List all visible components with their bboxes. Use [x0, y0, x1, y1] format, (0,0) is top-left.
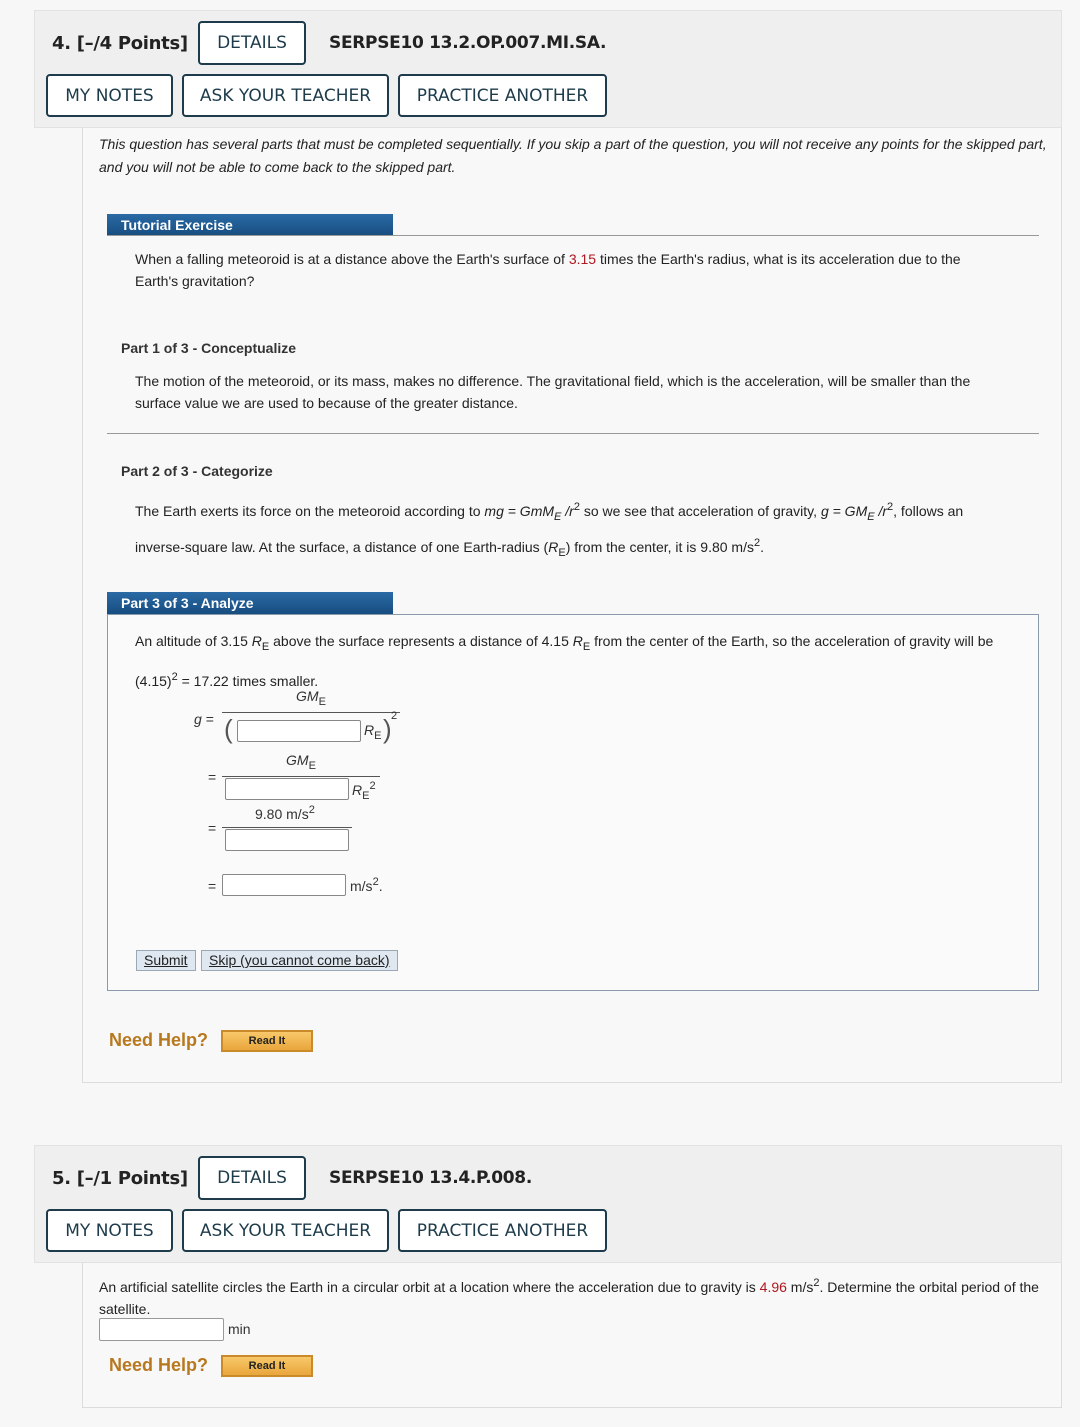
details-button[interactable]: DETAILS	[198, 1156, 306, 1200]
g-label: g =	[194, 711, 214, 727]
eq-text: R	[572, 633, 583, 649]
eq-text: R	[364, 722, 375, 738]
numerator-1: GME	[296, 688, 326, 708]
equation: g = GME /r	[820, 503, 888, 523]
eq-sup: 2	[369, 780, 376, 792]
text: ) from the center, it is 9.80 m/s	[565, 539, 754, 555]
prompt-text: When a falling meteoroid is at a distanc…	[135, 251, 569, 267]
part-1-title: Part 1 of 3 - Conceptualize	[121, 340, 297, 356]
question-5-header: 5. [–/1 Points] DETAILS SERPSE10 13.4.P.…	[34, 1145, 1062, 1263]
answer-input-4[interactable]	[222, 874, 346, 896]
eq-text: mg = GmM	[484, 503, 555, 519]
answer-unit: min	[228, 1321, 251, 1337]
equals: =	[208, 878, 217, 894]
text: .	[760, 539, 764, 555]
question-4-header: 4. [–/4 Points] DETAILS SERPSE10 13.2.OP…	[34, 10, 1062, 128]
eq-sub: E	[308, 760, 316, 772]
prompt-text: m/s	[786, 1279, 814, 1295]
eq-sup: 2	[308, 804, 315, 816]
need-help-label: Need Help?	[109, 1030, 209, 1050]
eq-text: m/s	[350, 878, 373, 894]
equals: =	[208, 820, 217, 836]
part-3-text: An altitude of 3.15 RE above the surface…	[135, 626, 1015, 696]
exponent: 2	[391, 710, 398, 722]
eq-sub: E	[558, 547, 566, 559]
text: so we see that acceleration of gravity,	[579, 503, 821, 519]
text: The Earth exerts its force on the meteor…	[135, 503, 485, 519]
eq-sub: E	[374, 730, 382, 742]
my-notes-button[interactable]: MY NOTES	[46, 1209, 173, 1252]
fraction-bar	[222, 776, 380, 777]
details-button[interactable]: DETAILS	[198, 21, 306, 65]
equals: =	[208, 769, 217, 785]
sequential-instructions: This question has several parts that mus…	[99, 136, 1047, 175]
eq-text: .	[378, 878, 383, 894]
text: = 17.22 times smaller.	[177, 673, 319, 689]
open-paren: (	[224, 714, 233, 744]
prompt-text: An artificial satellite circles the Eart…	[99, 1279, 760, 1295]
eq-text: R	[251, 633, 262, 649]
question-4-points: 4. [–/4 Points]	[52, 33, 188, 54]
part-2-text: The Earth exerts its force on the meteor…	[135, 494, 1005, 566]
read-it-button[interactable]: Read It	[221, 1355, 313, 1377]
orbital-period-input[interactable]	[99, 1318, 224, 1341]
numerator-2: GME	[286, 752, 316, 772]
divider	[107, 235, 1039, 236]
answer-input-3[interactable]	[225, 829, 349, 851]
prompt-value: 3.15	[568, 251, 597, 267]
part-1-text: The motion of the meteoroid, or its mass…	[135, 373, 971, 411]
fraction-bar	[222, 827, 352, 828]
practice-another-button[interactable]: PRACTICE ANOTHER	[398, 1209, 607, 1252]
eq-sub: E	[318, 696, 326, 708]
numerator-3: 9.80 m/s2	[255, 804, 315, 822]
my-notes-button[interactable]: MY NOTES	[46, 74, 173, 117]
unit-label: m/s2.	[350, 876, 383, 894]
prompt-value: 4.96	[759, 1279, 787, 1295]
eq-text: 9.80 m/s	[255, 806, 309, 822]
part-2-title: Part 2 of 3 - Categorize	[121, 463, 273, 479]
eq-text: /r	[874, 503, 888, 519]
eq-text: /r	[561, 503, 574, 519]
answer-input-1[interactable]	[237, 720, 361, 742]
ask-your-teacher-button[interactable]: ASK YOUR TEACHER	[182, 74, 389, 117]
text: above the surface represents a distance …	[269, 633, 573, 649]
eq-text: R	[548, 539, 559, 555]
divider	[107, 433, 1039, 434]
equals: =	[205, 711, 214, 727]
ask-your-teacher-button[interactable]: ASK YOUR TEACHER	[182, 1209, 389, 1252]
fraction-bar	[222, 712, 400, 713]
eq-text: g	[194, 711, 202, 727]
eq-text: GM	[286, 752, 309, 768]
answer-input-2[interactable]	[225, 778, 349, 800]
question-5-prompt: An artificial satellite circles the Eart…	[99, 1272, 1049, 1320]
practice-another-button[interactable]: PRACTICE ANOTHER	[398, 74, 607, 117]
eq-sub: E	[867, 511, 875, 523]
skip-button[interactable]: Skip (you cannot come back)	[201, 950, 398, 971]
text: An altitude of 3.15	[135, 633, 252, 649]
tutorial-exercise-tab: Tutorial Exercise	[107, 214, 393, 236]
equation: mg = GmME /r	[484, 503, 574, 523]
question-4-code: SERPSE10 13.2.OP.007.MI.SA.	[329, 33, 607, 53]
question-5-points: 5. [–/1 Points]	[52, 1168, 188, 1189]
eq-text: GM	[296, 688, 319, 704]
question-5-code: SERPSE10 13.4.P.008.	[329, 1168, 532, 1188]
submit-button[interactable]: Submit	[136, 950, 196, 971]
part-3-tab: Part 3 of 3 - Analyze	[107, 592, 393, 614]
eq-text: R	[352, 782, 363, 798]
need-help-label: Need Help?	[109, 1355, 209, 1375]
eq-text: g = GM	[820, 503, 868, 519]
re-squared-label: RE2	[352, 780, 376, 802]
question-prompt: When a falling meteoroid is at a distanc…	[135, 248, 995, 292]
read-it-button[interactable]: Read It	[221, 1030, 313, 1052]
re-label: RE	[364, 722, 381, 742]
